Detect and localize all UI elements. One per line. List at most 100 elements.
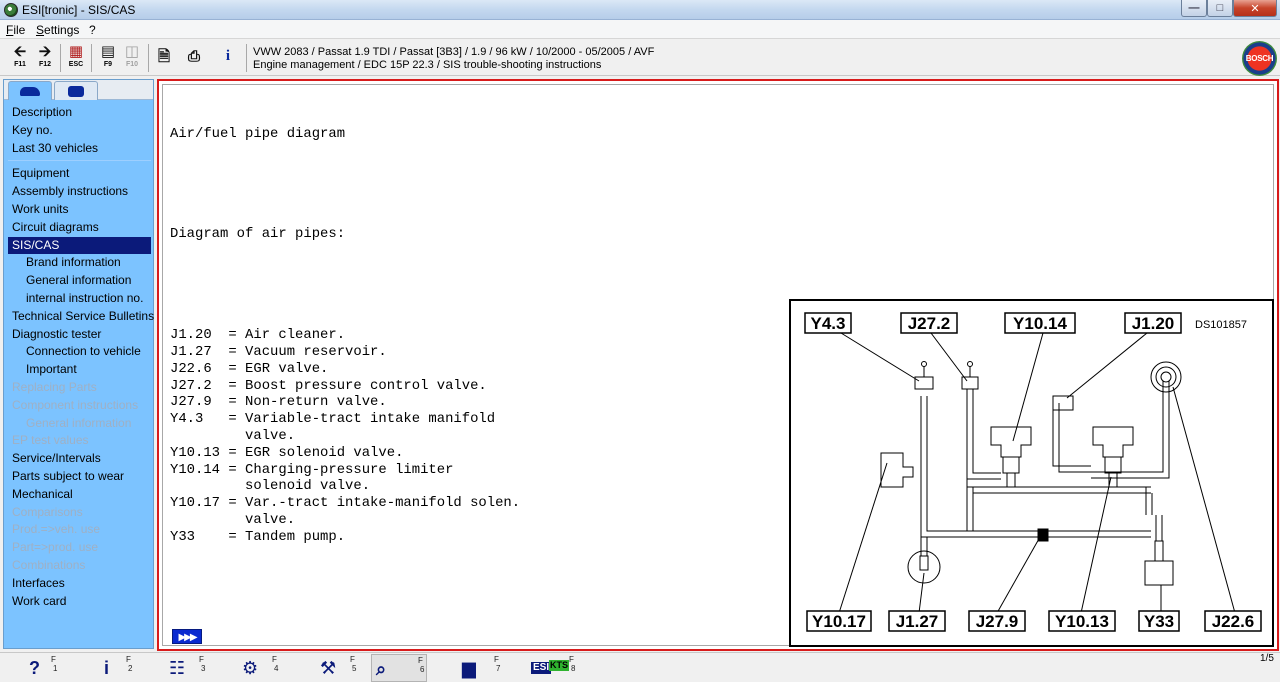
sidebar-item[interactable]: Service/Intervals	[8, 450, 151, 467]
function-key-button-f5[interactable]: ⚒ F 5	[316, 654, 360, 682]
sidebar-item: Prod.=>veh. use	[12, 522, 101, 537]
sidebar-item[interactable]: General information	[22, 272, 151, 289]
sidebar-item[interactable]: Diagnostic tester	[8, 326, 151, 343]
info-icon: i	[104, 658, 110, 678]
diagram-labels: Y4.3 J27.2 Y10.14 J1.20 Y10.17 J1.27 J27.9 Y10.…	[804, 312, 1262, 632]
sidebar-item[interactable]: Technical Service Bulletins	[8, 308, 154, 325]
sidebar-item[interactable]: Work units	[8, 201, 151, 218]
info-button[interactable]: i	[217, 43, 239, 73]
menu-bar: File Settings ?	[0, 20, 1280, 39]
legend-line: valve.	[170, 427, 296, 444]
function-key-button-f3[interactable]: ☷ F 3	[165, 654, 209, 682]
function-key-number: 2	[128, 664, 133, 673]
sidebar-item[interactable]: Work card	[8, 593, 151, 610]
legend-line: solenoid valve.	[170, 478, 371, 495]
sidebar-item: Part=>prod. use	[12, 540, 99, 555]
legend-line: Y33 = Tandem pump.	[170, 528, 346, 545]
sidebar-item[interactable]: Description	[8, 104, 151, 121]
function-key-label: F	[569, 655, 574, 664]
arrow-right-icon: 🡪	[38, 43, 52, 60]
diagram-svg: DS101857 Y4.3 J27.2 Y10.14 J1.20 Y10.17 J1.27…	[804, 312, 1262, 632]
diagram-label-bottom: J22.6	[1212, 612, 1255, 631]
maximize-button[interactable]: □	[1207, 0, 1233, 17]
function-key-button-f7[interactable]: ▆ F 7	[458, 654, 504, 682]
sidebar-item[interactable]: Last 30 vehicles	[8, 140, 151, 157]
function-key-label: F	[350, 655, 355, 664]
legend-line: Y10.13 = EGR solenoid valve.	[170, 444, 404, 461]
tab-vehicle[interactable]	[8, 81, 52, 100]
sidebar-tabs	[4, 80, 153, 100]
repair-icon: ⚒	[320, 658, 337, 678]
function-key-button-f1[interactable]: ? F 1	[25, 654, 61, 682]
printer-icon: ⎙	[187, 48, 200, 65]
sidebar-item[interactable]: internal instruction no.	[22, 290, 151, 307]
function-key-button-f2[interactable]: i F2	[100, 654, 136, 682]
sidebar-item: Combinations	[12, 558, 86, 572]
function-key-label: F	[51, 655, 56, 664]
document-title: Air/fuel pipe diagram	[170, 125, 346, 142]
window-title: ESI[tronic] - SIS/CAS	[22, 3, 136, 17]
app-icon	[4, 3, 18, 17]
page-indicator: 1/5	[1260, 653, 1274, 664]
sidebar-item[interactable]: Key no.	[8, 122, 151, 139]
circuit-icon: ☷	[169, 658, 186, 678]
function-key-button-f6[interactable]: ⌕ F 6	[371, 654, 427, 682]
diagram-label-top: Y4.3	[811, 314, 846, 333]
function-key-number: 1	[53, 664, 58, 673]
sidebar-item: EP test values	[12, 433, 89, 448]
kts-label: KTS	[549, 660, 569, 671]
vehicle-system-icon: ⚙	[242, 658, 259, 678]
car-icon: ▆	[462, 658, 476, 678]
function-key-label: F	[272, 655, 277, 664]
f10-icon: ◫	[124, 43, 140, 60]
help-icon: ?	[29, 658, 40, 678]
legend-line: J1.27 = Vacuum reservoir.	[170, 343, 387, 360]
document-subtitle: Diagram of air pipes:	[170, 226, 346, 243]
engine-icon	[68, 85, 84, 97]
legend-line: J27.2 = Boost pressure control valve.	[170, 377, 487, 394]
minimize-button[interactable]: —	[1181, 0, 1207, 17]
print-button[interactable]: ⎙	[183, 43, 205, 73]
close-button[interactable]: ✕	[1233, 0, 1277, 17]
menu-file[interactable]: File	[6, 23, 25, 37]
function-key-button-f4[interactable]: ⚙ F 4	[238, 654, 282, 682]
info-icon: i	[225, 48, 231, 64]
diagram-label-top: Y10.14	[1013, 314, 1067, 333]
f10-button[interactable]: ◫ F10	[121, 43, 143, 73]
sidebar-item[interactable]: Parts subject to wear	[8, 468, 151, 485]
function-key-label: F	[418, 656, 423, 665]
sidebar-item[interactable]: Assembly instructions	[8, 183, 151, 200]
sidebar-item[interactable]: Important	[22, 361, 151, 378]
sidebar: Description Key no. Last 30 vehicles Equipm…	[3, 79, 154, 649]
sidebar-item[interactable]: SIS/CAS	[8, 236, 151, 254]
menu-help[interactable]: ?	[89, 23, 96, 37]
menu-settings[interactable]: Settings	[36, 23, 79, 37]
esc-button[interactable]: ▦ ESC	[65, 43, 87, 73]
document-button[interactable]: 🗎	[153, 43, 175, 73]
toolbar-separator	[246, 44, 247, 72]
sidebar-item[interactable]: Connection to vehicle	[22, 343, 151, 360]
legend-list: J1.20 = Air cleaner. J1.27 = Vacuum reser…	[170, 327, 520, 545]
legend-line: valve.	[170, 511, 296, 528]
sidebar-item[interactable]: Brand information	[22, 254, 151, 271]
diagram-label-bottom: Y10.13	[1055, 612, 1109, 631]
sidebar-item: Replacing Parts	[12, 380, 97, 394]
bottom-toolbar: ? F 1 i F 2 ☷ F 3 ⚙ F 4 ⚒ F 5 ⌕ F 6 ▆ F 7 ESI KTS F 8	[0, 652, 1280, 682]
sidebar-item[interactable]: Equipment	[8, 165, 151, 182]
tab-engine[interactable]	[54, 81, 98, 100]
document-text: Air/fuel pipe diagram Diagram of air pip…	[170, 92, 520, 579]
f9-button[interactable]: ▤ F9	[97, 43, 119, 73]
sidebar-divider	[8, 160, 151, 162]
esc-icon: ▦	[68, 43, 84, 60]
sidebar-item[interactable]: Circuit diagrams	[8, 219, 151, 236]
title-bar: ESI[tronic] - SIS/CAS — □ ✕	[0, 0, 1280, 20]
legend-line: Y10.17 = Var.-tract intake-manifold sole…	[170, 495, 521, 512]
function-key-button-f8[interactable]: ESI KTS F 8	[527, 654, 579, 682]
sidebar-item[interactable]: Interfaces	[8, 575, 151, 592]
next-page-button[interactable]: ▶▶▶	[172, 629, 202, 644]
sidebar-item[interactable]: Mechanical	[8, 486, 151, 503]
diagram-label-bottom: Y33	[1144, 612, 1174, 631]
diagram-reference: DS101857	[1195, 319, 1247, 331]
back-button[interactable]: 🡨 F11	[9, 43, 31, 73]
forward-button[interactable]: 🡪 F12	[34, 43, 56, 73]
